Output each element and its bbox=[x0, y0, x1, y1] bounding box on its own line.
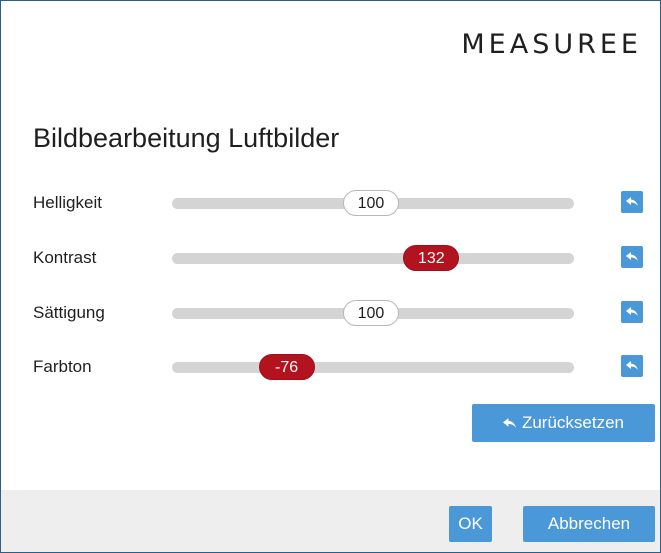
ok-button[interactable]: OK bbox=[449, 506, 492, 542]
reset-contrast-button[interactable] bbox=[621, 246, 643, 268]
slider-track[interactable]: 132 bbox=[172, 245, 574, 271]
reset-all-button[interactable]: Zurücksetzen bbox=[472, 404, 655, 442]
reply-arrow-icon bbox=[502, 417, 516, 428]
reply-arrow-icon bbox=[626, 307, 638, 316]
slider-handle[interactable]: 132 bbox=[403, 245, 460, 271]
slider-row-contrast: Kontrast 132 bbox=[1, 242, 660, 272]
slider-label: Kontrast bbox=[33, 248, 97, 267]
slider-handle[interactable]: -76 bbox=[258, 354, 315, 380]
reset-hue-button[interactable] bbox=[621, 355, 643, 377]
cancel-button[interactable]: Abbrechen bbox=[523, 506, 655, 542]
reply-arrow-icon bbox=[626, 361, 638, 370]
reset-saturation-button[interactable] bbox=[621, 301, 643, 323]
reply-arrow-icon bbox=[626, 197, 638, 206]
slider-label: Sättigung bbox=[33, 303, 105, 322]
slider-row-hue: Farbton -76 bbox=[1, 351, 660, 381]
slider-row-brightness: Helligkeit 100 bbox=[1, 187, 660, 217]
measuree-logo: MEASUREE bbox=[461, 29, 642, 60]
slider-track[interactable]: -76 bbox=[172, 354, 574, 380]
slider-label: Helligkeit bbox=[33, 193, 102, 212]
slider-label: Farbton bbox=[33, 357, 92, 376]
slider-handle[interactable]: 100 bbox=[342, 300, 399, 326]
image-editing-dialog: MEASUREE Bildbearbeitung Luftbilder Hell… bbox=[0, 0, 661, 553]
slider-handle[interactable]: 100 bbox=[342, 190, 399, 216]
slider-row-saturation: Sättigung 100 bbox=[1, 297, 660, 327]
reset-all-label: Zurücksetzen bbox=[521, 413, 625, 432]
slider-track[interactable]: 100 bbox=[172, 190, 574, 216]
dialog-footer: OK Abbrechen bbox=[1, 490, 660, 552]
dialog-title: Bildbearbeitung Luftbilder bbox=[33, 123, 340, 153]
reset-brightness-button[interactable] bbox=[621, 191, 643, 213]
slider-track[interactable]: 100 bbox=[172, 300, 574, 326]
reply-arrow-icon bbox=[626, 252, 638, 261]
